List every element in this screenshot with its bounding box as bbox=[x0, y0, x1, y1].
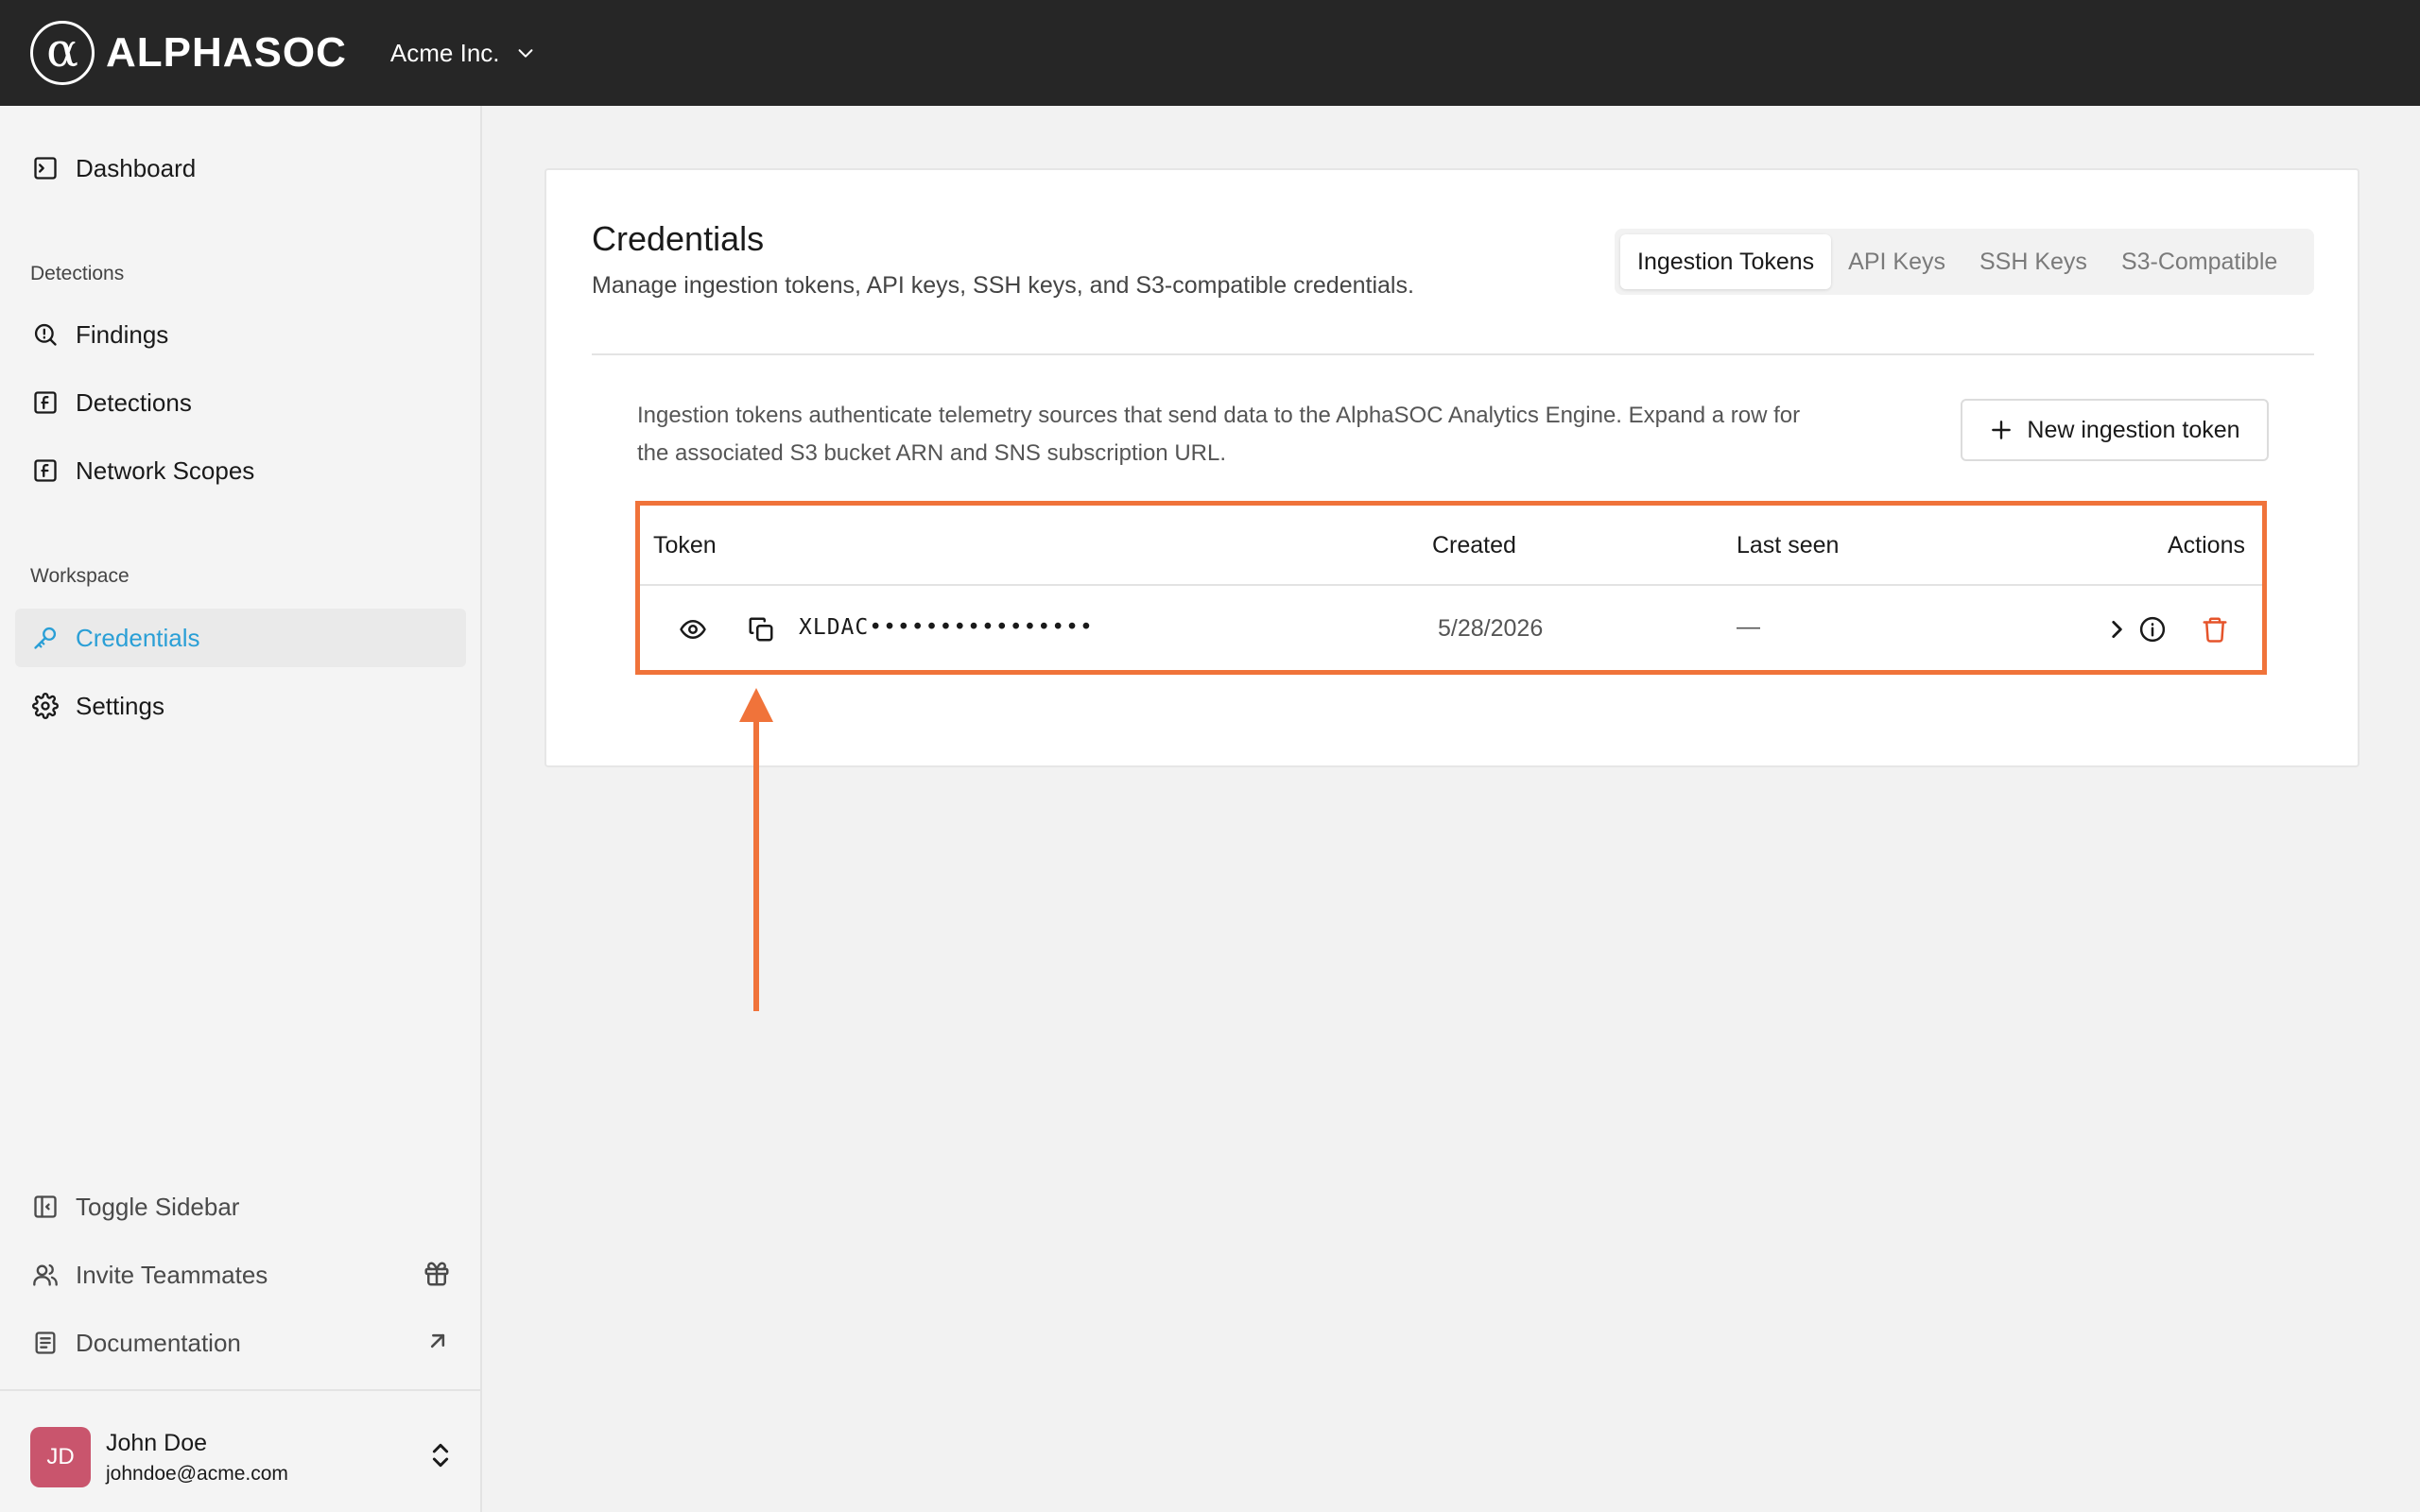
new-ingestion-token-button[interactable]: New ingestion token bbox=[1961, 399, 2269, 461]
alpha-logo-icon: α bbox=[30, 21, 95, 85]
sidebar-item-label: Toggle Sidebar bbox=[76, 1192, 240, 1221]
credentials-tabs: Ingestion Tokens API Keys SSH Keys S3-Co… bbox=[1615, 229, 2314, 295]
page-title: Credentials bbox=[592, 219, 765, 258]
chevron-down-icon bbox=[518, 49, 532, 58]
ingestion-tokens-table: Token Created Last seen Actions XLDAC•••… bbox=[635, 501, 2267, 675]
credentials-card: Credentials Manage ingestion tokens, API… bbox=[544, 168, 2360, 767]
sidebar-item-findings[interactable]: Findings bbox=[15, 305, 466, 364]
gear-icon bbox=[30, 691, 60, 721]
external-link-arrow-icon bbox=[424, 1328, 451, 1361]
section-label-workspace: Workspace bbox=[30, 565, 130, 587]
tab-s3-compatible[interactable]: S3-Compatible bbox=[2104, 234, 2294, 289]
trash-icon[interactable] bbox=[2200, 614, 2230, 644]
sidebar-item-label: Credentials bbox=[76, 623, 200, 652]
table-row[interactable]: XLDAC•••••••••••••••• 5/28/2026 — bbox=[640, 588, 2262, 670]
chevrons-up-down-icon bbox=[425, 1440, 456, 1475]
gift-icon bbox=[423, 1260, 451, 1295]
tab-ingestion-tokens[interactable]: Ingestion Tokens bbox=[1620, 234, 1832, 289]
page-subtitle: Manage ingestion tokens, API keys, SSH k… bbox=[592, 272, 1414, 299]
sidebar-item-label: Network Scopes bbox=[76, 455, 255, 485]
brand-name: ALPHASOC bbox=[106, 29, 347, 76]
avatar: JD bbox=[30, 1427, 91, 1487]
eye-icon[interactable] bbox=[678, 614, 708, 644]
tab-api-keys[interactable]: API Keys bbox=[1831, 234, 1962, 289]
last-seen-value: — bbox=[1737, 613, 1760, 640]
created-date: 5/28/2026 bbox=[1438, 615, 1544, 642]
sidebar-item-label: Settings bbox=[76, 691, 164, 720]
sidebar-item-label: Documentation bbox=[76, 1328, 241, 1357]
column-header-actions: Actions bbox=[2168, 532, 2245, 558]
panel-left-icon bbox=[30, 1192, 60, 1222]
document-icon bbox=[30, 1328, 60, 1358]
search-alert-icon bbox=[30, 319, 60, 350]
function-square-icon bbox=[30, 387, 60, 418]
column-header-token: Token bbox=[653, 532, 717, 558]
new-ingestion-token-label: New ingestion token bbox=[2027, 416, 2240, 443]
ingestion-tokens-description: Ingestion tokens authenticate telemetry … bbox=[637, 397, 1942, 472]
annotation-arrow-icon bbox=[739, 688, 773, 1011]
user-menu[interactable]: JD John Doe johndoe@acme.com bbox=[30, 1419, 456, 1495]
masked-token: XLDAC•••••••••••••••• bbox=[799, 615, 1094, 640]
sidebar-item-documentation[interactable]: Documentation bbox=[15, 1314, 466, 1372]
sidebar-divider bbox=[0, 1389, 482, 1391]
sidebar-item-detections[interactable]: Detections bbox=[15, 373, 466, 432]
user-email: johndoe@acme.com bbox=[106, 1462, 288, 1485]
description-line: the associated S3 bucket ARN and SNS sub… bbox=[637, 440, 1226, 466]
users-icon bbox=[30, 1260, 60, 1290]
sidebar: Dashboard Detections Findings Detections… bbox=[0, 106, 482, 1512]
key-icon bbox=[30, 623, 60, 653]
sidebar-item-label: Invite Teammates bbox=[76, 1260, 268, 1289]
org-switcher[interactable]: Acme Inc. bbox=[390, 39, 536, 68]
sidebar-item-dashboard[interactable]: Dashboard bbox=[15, 139, 466, 198]
sidebar-item-credentials[interactable]: Credentials bbox=[15, 609, 466, 667]
column-header-created: Created bbox=[1432, 532, 1516, 558]
sidebar-item-network-scopes[interactable]: Network Scopes bbox=[15, 441, 466, 500]
function-square-icon bbox=[30, 455, 60, 486]
top-bar: α ALPHASOC Acme Inc. bbox=[0, 0, 2420, 106]
column-header-last-seen: Last seen bbox=[1737, 532, 1840, 558]
user-name: John Doe bbox=[106, 1429, 208, 1456]
alphasoc-logo[interactable]: α ALPHASOC bbox=[30, 21, 347, 85]
chevron-right-icon[interactable] bbox=[2101, 614, 2132, 644]
copy-icon[interactable] bbox=[746, 614, 776, 644]
plus-icon bbox=[1992, 421, 2012, 439]
dashboard-icon bbox=[30, 153, 60, 183]
sidebar-item-invite-teammates[interactable]: Invite Teammates bbox=[15, 1246, 466, 1304]
sidebar-item-toggle-sidebar[interactable]: Toggle Sidebar bbox=[15, 1177, 466, 1236]
header-divider bbox=[592, 353, 2314, 355]
sidebar-item-label: Findings bbox=[76, 319, 169, 349]
section-label-detections: Detections bbox=[30, 263, 125, 284]
info-icon[interactable] bbox=[2137, 614, 2168, 644]
sidebar-item-label: Dashboard bbox=[76, 153, 197, 182]
org-name: Acme Inc. bbox=[389, 38, 500, 67]
tab-ssh-keys[interactable]: SSH Keys bbox=[1962, 234, 2104, 289]
description-line: Ingestion tokens authenticate telemetry … bbox=[637, 403, 1801, 428]
sidebar-item-label: Detections bbox=[76, 387, 192, 417]
sidebar-item-settings[interactable]: Settings bbox=[15, 677, 466, 735]
table-header: Token Created Last seen Actions bbox=[640, 506, 2262, 586]
